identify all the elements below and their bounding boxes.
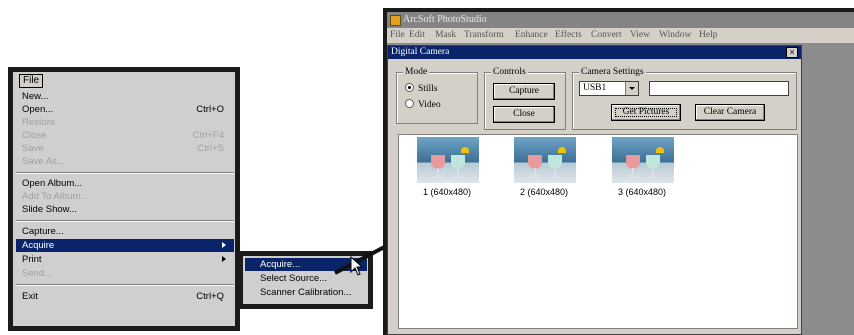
submenu-arrow-icon	[222, 242, 226, 248]
digital-camera-dialog: Digital Camera × Mode Stills Video Contr…	[387, 45, 802, 335]
app-menu-window[interactable]: Window	[659, 28, 691, 43]
file-menu: File New... Open... Ctrl+O Restore Close C…	[8, 67, 240, 331]
menu-item-send[interactable]: Send...	[16, 267, 234, 280]
thumbnail-caption-2: 2 (640x480)	[519, 187, 569, 197]
thumbnail-image-2[interactable]	[514, 137, 576, 183]
workspace-background	[802, 45, 854, 335]
submenu-item-label: Select Source...	[260, 273, 328, 284]
app-menu-transform[interactable]: Transform	[464, 28, 504, 43]
camera-settings-group-label: Camera Settings	[579, 66, 646, 78]
submenu-item-label: Acquire...	[260, 259, 301, 270]
thumbnail-image-1[interactable]	[417, 137, 479, 183]
menu-item-slide-show[interactable]: Slide Show...	[16, 203, 234, 216]
submenu-arrow-icon	[222, 256, 226, 262]
app-window: ArcSoft PhotoStudio File Edit Mask Trans…	[383, 8, 854, 335]
app-title: ArcSoft PhotoStudio	[403, 14, 487, 25]
app-menu-edit[interactable]: Edit	[409, 28, 425, 43]
app-menu-file[interactable]: File	[390, 28, 405, 43]
menu-item-print[interactable]: Print	[16, 253, 234, 266]
menu-item-exit[interactable]: Exit Ctrl+Q	[16, 290, 234, 303]
radio-stills-label: Stills	[418, 84, 438, 94]
port-select-value: USB1	[583, 83, 607, 93]
radio-video-label: Video	[418, 100, 441, 110]
menu-item-shortcut: Ctrl+Q	[196, 291, 224, 302]
menu-item-open-album[interactable]: Open Album...	[16, 177, 234, 190]
controls-group-label: Controls	[491, 66, 528, 78]
drink-glass	[431, 155, 445, 179]
menu-item-label: Acquire	[22, 240, 55, 251]
menu-item-save[interactable]: Save Ctrl+S	[16, 142, 234, 155]
app-menubar: File Edit Mask Transform Enhance Effects…	[387, 28, 854, 43]
app-menu-help[interactable]: Help	[699, 28, 717, 43]
port-select[interactable]: USB1	[579, 81, 639, 96]
menu-item-label: Exit	[22, 291, 38, 302]
camera-settings-input[interactable]	[649, 81, 789, 96]
menu-item-shortcut: Ctrl+O	[196, 104, 224, 115]
radio-unselected-icon	[405, 99, 414, 108]
menu-item-shortcut: Ctrl+F4	[192, 130, 224, 141]
menu-item-save-as[interactable]: Save As...	[16, 155, 234, 168]
thumbnail-caption-1: 1 (640x480)	[422, 187, 472, 197]
capture-button[interactable]: Capture	[493, 83, 555, 100]
menu-item-label: Capture...	[22, 226, 64, 237]
menu-item-label: Close	[22, 130, 47, 141]
drink-glass	[626, 155, 640, 179]
submenu-item-label: Scanner Calibration...	[260, 287, 352, 298]
close-icon[interactable]: ×	[786, 47, 798, 58]
menu-item-new[interactable]: New...	[16, 90, 234, 103]
menu-item-label: Save	[22, 143, 44, 154]
close-button[interactable]: Close	[493, 106, 555, 123]
radio-video[interactable]: Video	[405, 99, 441, 111]
app-title-bar[interactable]: ArcSoft PhotoStudio	[387, 12, 854, 28]
menu-item-label: New...	[22, 91, 49, 102]
thumbnail-area: 1 (640x480) 2 (640x480) 3 (640x480)	[398, 134, 798, 329]
thumbnail-caption-3: 3 (640x480)	[617, 187, 667, 197]
menu-item-label: Print	[22, 254, 42, 265]
menu-item-label: Open Album...	[22, 178, 83, 189]
controls-group: Controls Capture Close	[484, 66, 566, 130]
menu-item-restore[interactable]: Restore	[16, 116, 234, 129]
camera-settings-group: Camera Settings USB1 Get Pictures Clear …	[572, 66, 797, 130]
menu-item-label: Restore	[22, 117, 56, 128]
menu-item-label: Send...	[22, 268, 53, 279]
mouse-cursor-icon	[350, 256, 364, 276]
drink-glass	[548, 155, 562, 179]
menu-item-label: Add To Album...	[22, 191, 89, 202]
app-menu-convert[interactable]: Convert	[591, 28, 622, 43]
chevron-down-icon	[625, 82, 638, 95]
clear-camera-button[interactable]: Clear Camera	[695, 104, 765, 121]
thumbnail-image-3[interactable]	[612, 137, 674, 183]
menu-separator	[16, 284, 234, 286]
app-logo-icon	[390, 15, 401, 26]
app-menu-mask[interactable]: Mask	[435, 28, 456, 43]
menu-item-add-to-album[interactable]: Add To Album...	[16, 190, 234, 203]
menu-item-capture[interactable]: Capture...	[16, 225, 234, 238]
menu-separator	[16, 220, 234, 222]
app-menu-view[interactable]: View	[630, 28, 650, 43]
radio-stills[interactable]: Stills	[405, 83, 438, 95]
menu-item-close[interactable]: Close Ctrl+F4	[16, 129, 234, 142]
dialog-title-bar[interactable]: Digital Camera ×	[388, 46, 801, 59]
drink-glass	[646, 155, 660, 179]
drink-glass	[528, 155, 542, 179]
menu-item-label: Save As...	[22, 156, 65, 167]
menu-item-shortcut: Ctrl+S	[197, 143, 224, 154]
mode-group-label: Mode	[403, 66, 430, 78]
app-menu-enhance[interactable]: Enhance	[515, 28, 548, 43]
menu-item-open[interactable]: Open... Ctrl+O	[16, 103, 234, 116]
file-menu-title[interactable]: File	[19, 74, 44, 88]
menu-item-label: Open...	[22, 104, 54, 115]
get-pictures-button[interactable]: Get Pictures	[611, 104, 681, 121]
menu-separator	[16, 172, 234, 174]
dialog-title: Digital Camera	[391, 47, 450, 57]
mode-group: Mode Stills Video	[396, 66, 478, 124]
radio-selected-icon	[405, 83, 414, 92]
submenu-item-scanner-calibration[interactable]: Scanner Calibration...	[245, 286, 367, 299]
drink-glass	[451, 155, 465, 179]
menu-item-acquire[interactable]: Acquire	[16, 239, 234, 252]
menu-item-label: Slide Show...	[22, 204, 77, 215]
app-menu-effects[interactable]: Effects	[555, 28, 582, 43]
